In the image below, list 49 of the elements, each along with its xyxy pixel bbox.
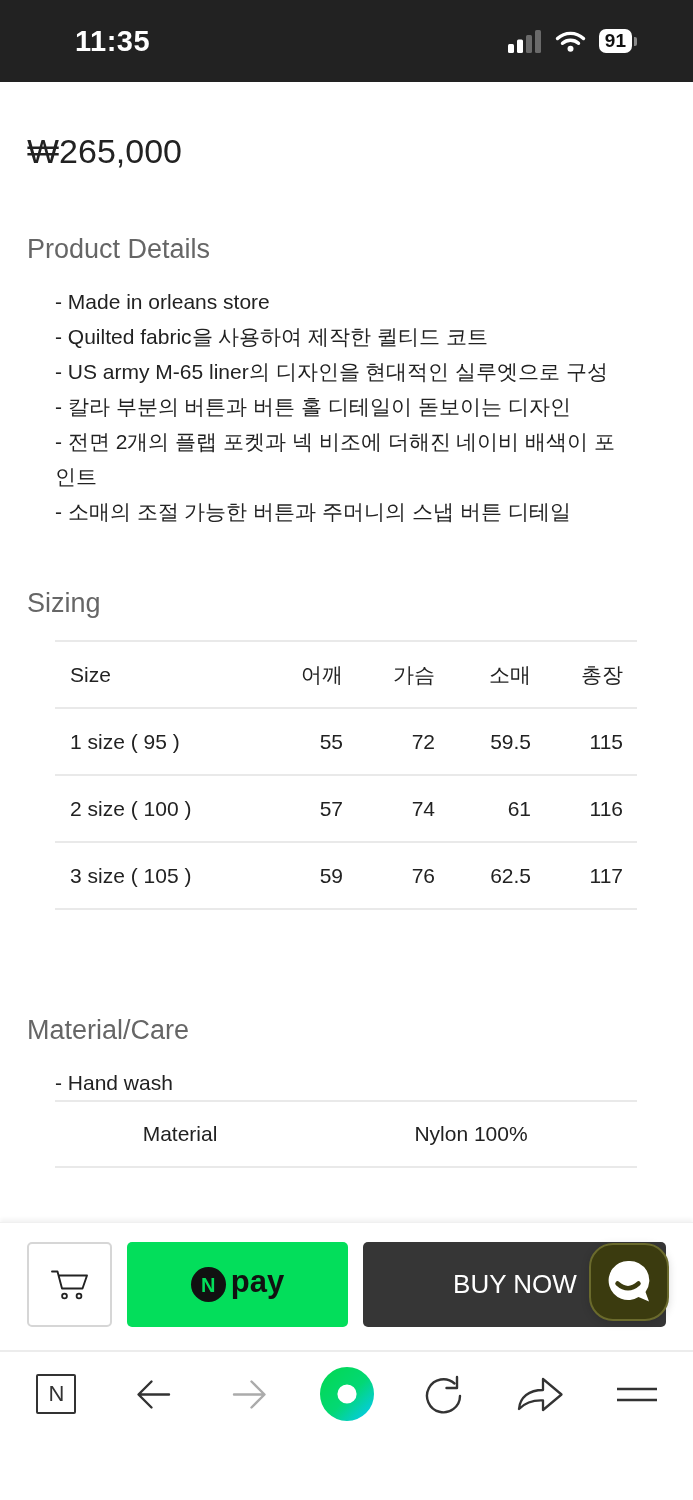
care-note: - Hand wash — [55, 1070, 174, 1096]
chat-button[interactable] — [589, 1243, 669, 1321]
table-cell: 55 — [265, 708, 357, 775]
section-heading: Product Details — [27, 233, 212, 265]
table-cell: Material — [55, 1101, 305, 1167]
table-cell: 72 — [357, 708, 449, 775]
wifi-icon — [554, 30, 586, 52]
table-cell: Nylon 100% — [305, 1101, 637, 1167]
column-header: 소매 — [449, 641, 545, 708]
section-heading: Sizing — [27, 587, 102, 619]
table-cell: 117 — [545, 842, 637, 909]
forward-arrow-icon — [232, 1378, 268, 1410]
table-cell: 74 — [357, 775, 449, 842]
column-header: 총장 — [545, 641, 637, 708]
cart-icon — [50, 1269, 89, 1300]
column-header: Size — [55, 641, 265, 708]
column-header: 가슴 — [357, 641, 449, 708]
clock-time: 11:35 — [75, 26, 151, 56]
column-header: 어깨 — [265, 641, 357, 708]
detail-line: - 소매의 조절 가능한 버튼과 주머니의 스냅 버튼 디테일 — [55, 499, 572, 525]
back-arrow-icon — [135, 1378, 171, 1410]
logo-button[interactable]: N — [36, 1374, 77, 1414]
detail-line: - 칼라 부분의 버튼과 버튼 홀 디테일이 돋보이는 디자인 — [55, 394, 572, 420]
detail-line: - Made in orleans store — [55, 289, 271, 315]
n-logo: N — [190, 1267, 226, 1302]
detail-line: - US army M-65 liner의 디자인을 현대적인 실루엣으로 구성 — [55, 359, 610, 385]
cart-button[interactable] — [27, 1242, 112, 1327]
table-cell: 59 — [265, 842, 357, 909]
battery-percent: 91 — [598, 29, 632, 53]
section-heading: Material/Care — [27, 1014, 191, 1046]
table-cell: 62.5 — [449, 842, 545, 909]
detail-line: - 전면 2개의 플랩 포켓과 넥 비조에 더해진 네이비 배색이 포인트 — [55, 429, 617, 490]
npay-button[interactable]: N pay — [127, 1242, 348, 1327]
table-cell: 59.5 — [449, 708, 545, 775]
table-cell: 2 size ( 100 ) — [55, 775, 265, 842]
table-cell: 76 — [357, 842, 449, 909]
signal-icon — [507, 29, 542, 53]
table-cell: 3 size ( 105 ) — [55, 842, 265, 909]
share-arrow-icon — [515, 1375, 564, 1413]
detail-line: - Quilted fabric을 사용하여 제작한 퀼티드 코트 — [55, 324, 489, 350]
table-cell: 116 — [545, 775, 637, 842]
table-cell: 57 — [265, 775, 357, 842]
ring-icon — [319, 1367, 374, 1421]
buy-now-button[interactable]: BUY NOW — [363, 1242, 592, 1327]
table-cell: 61 — [449, 775, 545, 842]
product-price: ₩265,000 — [27, 131, 183, 172]
table-cell: 1 size ( 95 ) — [55, 708, 265, 775]
table-cell: 115 — [545, 708, 637, 775]
menu-icon — [616, 1386, 657, 1402]
